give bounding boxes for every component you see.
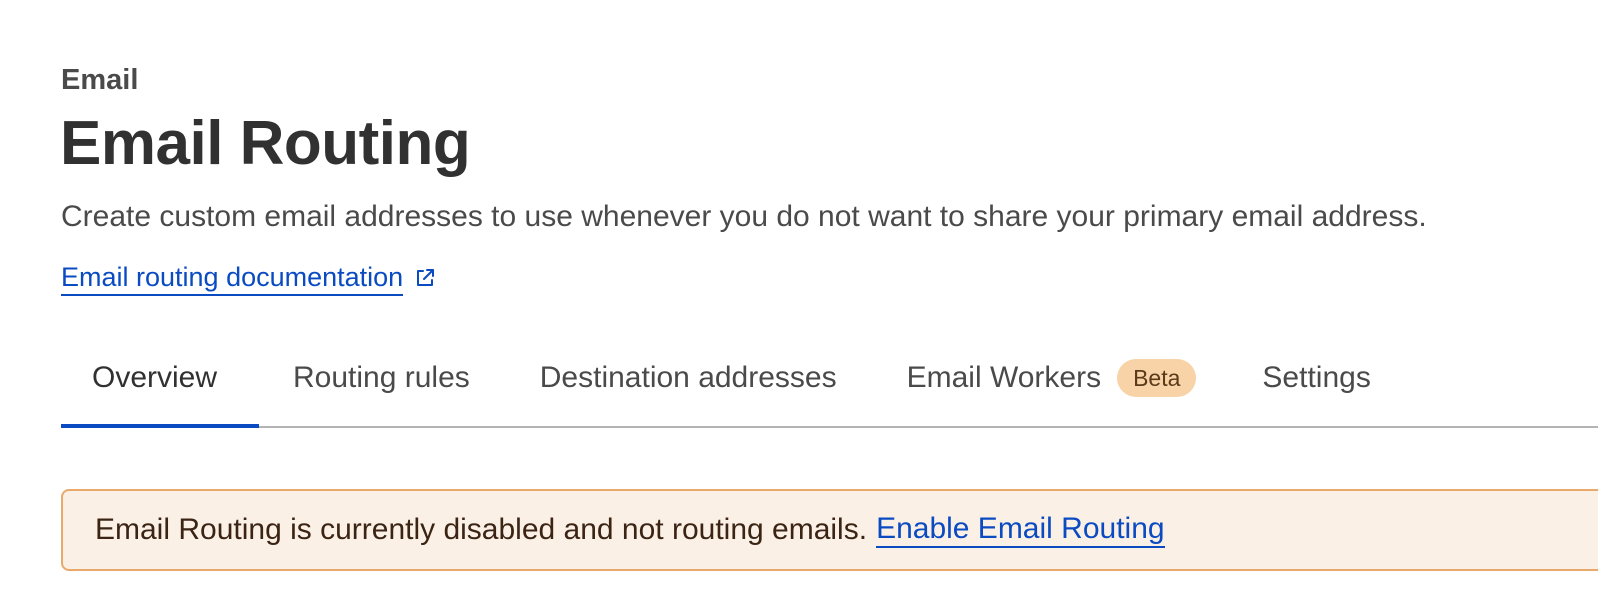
alert-message: Email Routing is currently disabled and … [95, 513, 868, 546]
enable-email-routing-link[interactable]: Enable Email Routing [876, 512, 1165, 548]
tab-overview[interactable]: Overview [61, 338, 259, 428]
page-title: Email Routing [60, 109, 471, 178]
tab-bar: Overview Routing rules Destination addre… [61, 338, 1598, 428]
tab-label: Overview [92, 361, 218, 394]
tab-label: Routing rules [293, 361, 470, 394]
breadcrumb[interactable]: Email [61, 62, 138, 98]
tab-email-workers[interactable]: Email Workers Beta [907, 338, 1197, 426]
external-link-icon[interactable] [413, 266, 437, 290]
disabled-alert-banner: Email Routing is currently disabled and … [61, 489, 1598, 571]
page-description: Create custom email addresses to use whe… [61, 200, 1427, 233]
tab-destination-addresses[interactable]: Destination addresses [540, 338, 837, 426]
beta-badge: Beta [1117, 359, 1197, 397]
documentation-link-row: Email routing documentation [61, 259, 437, 297]
tab-label: Email Workers [906, 361, 1102, 394]
tab-routing-rules[interactable]: Routing rules [293, 338, 470, 426]
documentation-link[interactable]: Email routing documentation [61, 260, 404, 296]
tab-label: Settings [1262, 361, 1371, 394]
tab-label: Destination addresses [539, 361, 837, 394]
page: Email Email Routing Create custom email … [0, 0, 1598, 612]
tab-settings[interactable]: Settings [1262, 338, 1370, 426]
